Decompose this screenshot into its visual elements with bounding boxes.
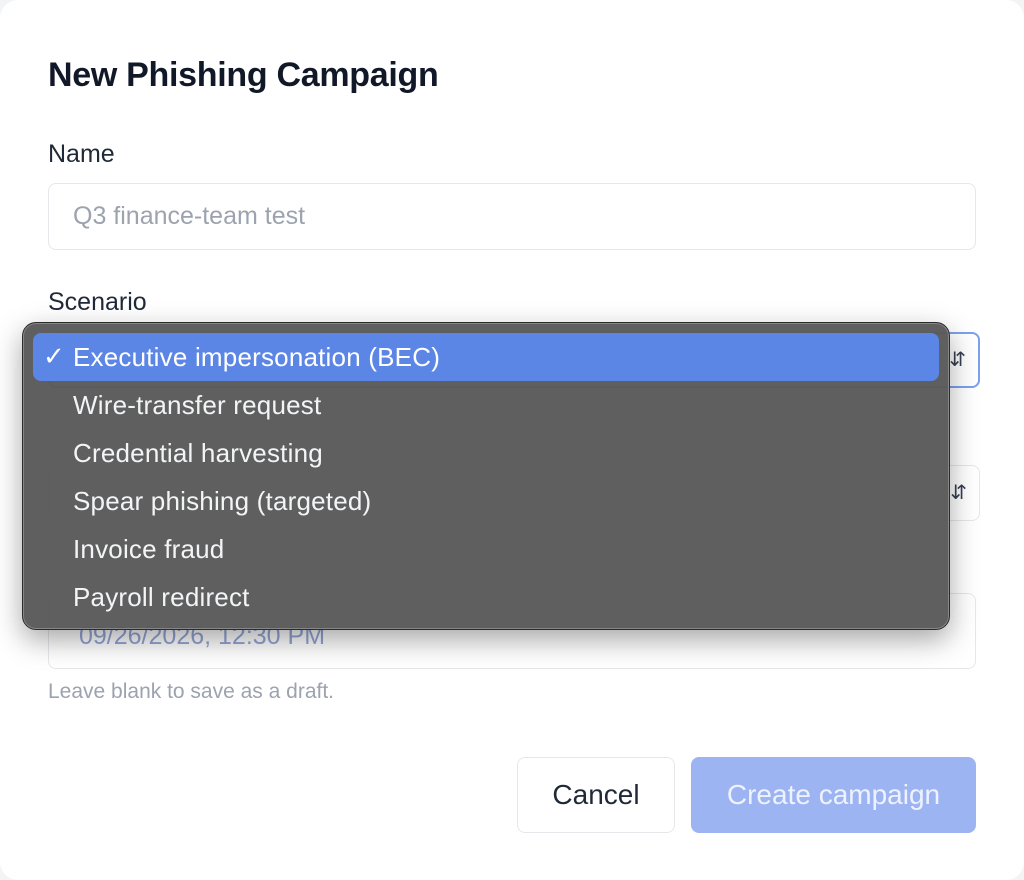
scenario-option-label: Executive impersonation (BEC) [73,341,441,372]
scenario-option-label: Invoice fraud [73,533,225,564]
scenario-option[interactable]: Payroll redirect [33,573,939,621]
scenario-option[interactable]: ✓ Executive impersonation (BEC) [33,333,939,381]
scenario-label: Scenario [48,288,147,316]
scenario-option-label: Credential harvesting [73,437,323,468]
cancel-button[interactable]: Cancel [517,757,675,833]
updown-chevron-icon: ⇵ [950,482,967,504]
scenario-option-label: Wire-transfer request [73,389,322,420]
scenario-option[interactable]: Spear phishing (targeted) [33,477,939,525]
schedule-hint: Leave blank to save as a draft. [48,680,335,703]
new-campaign-dialog: New Phishing Campaign Name Scenario ⇵ ⇵ … [0,0,1024,880]
name-label: Name [48,140,115,168]
updown-chevron-icon: ⇵ [949,349,966,371]
name-input[interactable] [48,183,976,250]
scenario-option-label: Spear phishing (targeted) [73,485,372,516]
scenario-option[interactable]: Wire-transfer request [33,381,939,429]
create-campaign-button[interactable]: Create campaign [691,757,976,833]
dialog-title: New Phishing Campaign [48,56,439,94]
checkmark-icon: ✓ [43,340,65,371]
scenario-option[interactable]: Credential harvesting [33,429,939,477]
scenario-option[interactable]: Invoice fraud [33,525,939,573]
scenario-dropdown-menu: ✓ Executive impersonation (BEC) Wire-tra… [22,322,950,630]
scenario-option-label: Payroll redirect [73,581,250,612]
